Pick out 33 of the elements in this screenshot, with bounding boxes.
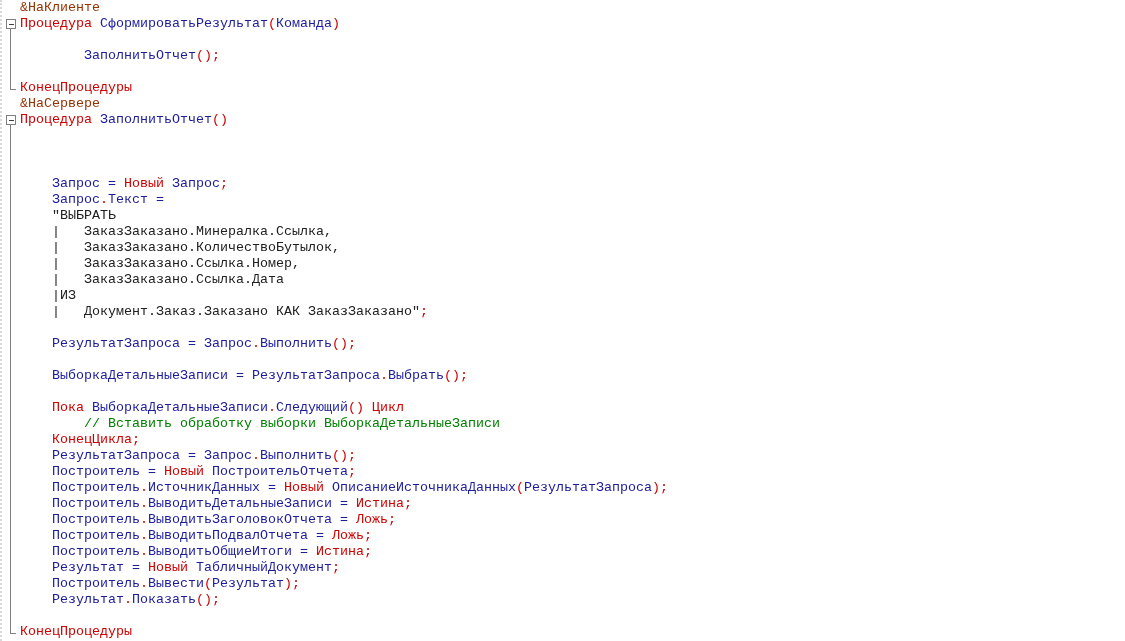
code-line: ВыборкаДетальныеЗаписи = РезультатЗапроса.Выбрать(); <box>51 368 468 384</box>
code-line: Процедура ЗаполнитьОтчет() <box>20 112 228 128</box>
code-line: Пока ВыборкаДетальныеЗаписи.Следующий() Цикл <box>51 400 404 416</box>
code-line: Запрос.Текст = <box>51 192 164 208</box>
code-line: ЗаполнитьОтчет(); <box>83 48 220 64</box>
code-line: РезультатЗапроса = Запрос.Выполнить(); <box>51 336 356 352</box>
code-line: |ИЗ <box>51 288 76 304</box>
collapse-toggle-icon[interactable] <box>6 19 16 29</box>
code-line: Запрос = Новый Запрос; <box>51 176 228 192</box>
code-line: | Документ.Заказ.Заказано КАК ЗаказЗаказано"; <box>51 304 428 320</box>
code-line: | ЗаказЗаказано.КоличествоБутылок, <box>51 240 340 256</box>
code-line: Построитель.ВыводитьОбщиеИтоги = Истина; <box>51 544 372 560</box>
code-line: Построитель.ВыводитьПодвалОтчета = Ложь; <box>51 528 372 544</box>
code-line: РезультатЗапроса = Запрос.Выполнить(); <box>51 448 356 464</box>
code-line: Построитель = Новый ПостроительОтчета; <box>51 464 356 480</box>
code-line: КонецЦикла; <box>51 432 140 448</box>
code-line: Результат.Показать(); <box>51 592 220 608</box>
code-line: | ЗаказЗаказано.Ссылка.Дата <box>51 272 284 288</box>
code-line: Результат = Новый ТабличныйДокумент; <box>51 560 340 576</box>
code-line: &НаСервере <box>20 96 100 112</box>
code-line: // Вставить обработку выборки ВыборкаДетальныеЗаписи <box>83 416 500 432</box>
code-line: | ЗаказЗаказано.Ссылка.Номер, <box>51 256 300 272</box>
code-line: Построитель.Вывести(Результат); <box>51 576 300 592</box>
code-line: КонецПроцедуры <box>20 624 132 640</box>
code-line: Построитель.ВыводитьЗаголовокОтчета = Ложь; <box>51 512 396 528</box>
collapse-toggle-icon[interactable] <box>6 115 16 125</box>
code-line: "ВЫБРАТЬ <box>51 208 116 224</box>
code-line: КонецПроцедуры <box>20 80 132 96</box>
code-line: Процедура СформироватьРезультат(Команда) <box>20 16 340 32</box>
code-line: Построитель.ВыводитьДетальныеЗаписи = Истина; <box>51 496 412 512</box>
code-line: Построитель.ИсточникДанных = Новый ОписаниеИсточникаДанных(РезультатЗапроса); <box>51 480 668 496</box>
code-line: &НаКлиенте <box>20 0 100 16</box>
code-line: | ЗаказЗаказано.Минералка.Ссылка, <box>51 224 332 240</box>
